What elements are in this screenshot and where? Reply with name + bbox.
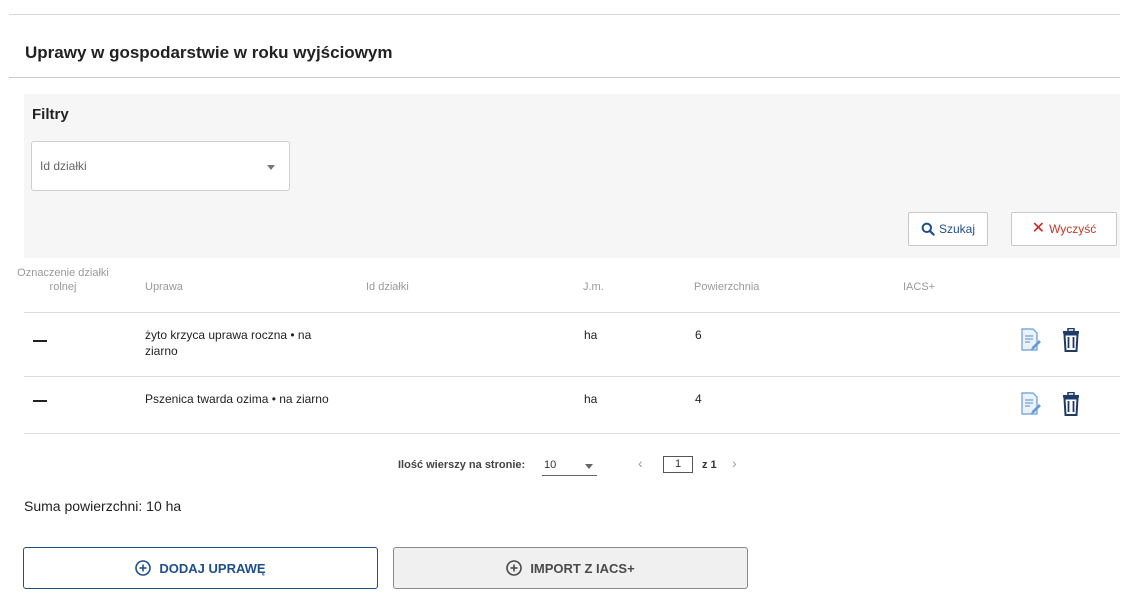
title-divider	[9, 77, 1120, 78]
chevron-right-icon[interactable]: ›	[732, 455, 737, 471]
crop-name: żyto krzyca uprawa roczna • na ziarno	[145, 328, 312, 358]
column-header-uprawa[interactable]: Uprawa	[145, 280, 183, 294]
edit-icon[interactable]	[1020, 392, 1042, 416]
unit: ha	[584, 392, 598, 406]
rows-per-page-select[interactable]: 10	[542, 456, 597, 476]
top-divider	[9, 14, 1120, 15]
rows-per-page-label: Ilość wierszy na stronie:	[398, 459, 526, 471]
column-header-id-dzialki[interactable]: Id działki	[366, 280, 409, 294]
filters-label: Filtry	[32, 106, 69, 123]
add-crop-button[interactable]: DODAJ UPRAWĘ	[23, 547, 378, 589]
add-crop-label: DODAJ UPRAWĘ	[159, 560, 266, 576]
plot-id-select-placeholder: Id działki	[40, 159, 87, 173]
search-icon	[921, 222, 935, 236]
trash-icon[interactable]	[1061, 392, 1081, 416]
plus-circle-icon	[135, 560, 152, 576]
area: 6	[695, 328, 702, 342]
close-icon: ✕	[1031, 220, 1046, 237]
trash-icon[interactable]	[1061, 328, 1081, 352]
column-header-powierzchnia[interactable]: Powierzchnia	[694, 280, 759, 294]
area: 4	[695, 392, 702, 406]
table-header: Oznaczenie działki rolnej Uprawa Id dzia…	[0, 262, 1129, 312]
clear-button-label: Wyczyść	[1049, 222, 1097, 236]
edit-icon[interactable]	[1020, 328, 1042, 352]
search-button[interactable]: Szukaj	[908, 212, 988, 246]
column-header-jm[interactable]: J.m.	[583, 280, 604, 294]
pagination: Ilość wierszy na stronie: 10 ‹ 1 z 1 ›	[0, 452, 1129, 482]
search-button-label: Szukaj	[938, 222, 976, 236]
plot-id-select[interactable]: Id działki	[31, 141, 290, 191]
current-page-input[interactable]: 1	[663, 456, 693, 473]
column-header-oznaczenie[interactable]: Oznaczenie działki rolnej	[8, 266, 118, 294]
section-title: Uprawy w gospodarstwie w roku wyjściowym	[25, 43, 393, 62]
total-area: Suma powierzchni: 10 ha	[24, 498, 182, 514]
column-header-iacs[interactable]: IACS+	[903, 280, 935, 294]
plus-circle-icon	[506, 560, 523, 576]
chevron-left-icon[interactable]: ‹	[638, 455, 643, 471]
table-row: żyto krzyca uprawa roczna • na ziarno ha…	[0, 312, 1129, 376]
table-row: Pszenica twarda ozima • na ziarno ha 4	[0, 376, 1129, 433]
chevron-down-icon	[585, 464, 593, 469]
clear-button[interactable]: ✕ Wyczyść	[1011, 212, 1117, 246]
total-pages: z 1	[702, 459, 717, 471]
rows-per-page-value: 10	[544, 459, 557, 471]
row-divider	[24, 433, 1120, 434]
chevron-down-icon	[267, 165, 275, 170]
filters-panel: Filtry Id działki Szukaj ✕ Wyczyść	[24, 94, 1120, 258]
empty-value-dash	[33, 340, 47, 342]
import-iacs-label: IMPORT Z IACS+	[530, 560, 635, 576]
crop-name: Pszenica twarda ozima • na ziarno	[145, 392, 329, 406]
import-iacs-button[interactable]: IMPORT Z IACS+	[393, 547, 748, 589]
empty-value-dash	[33, 400, 47, 402]
unit: ha	[584, 328, 598, 342]
